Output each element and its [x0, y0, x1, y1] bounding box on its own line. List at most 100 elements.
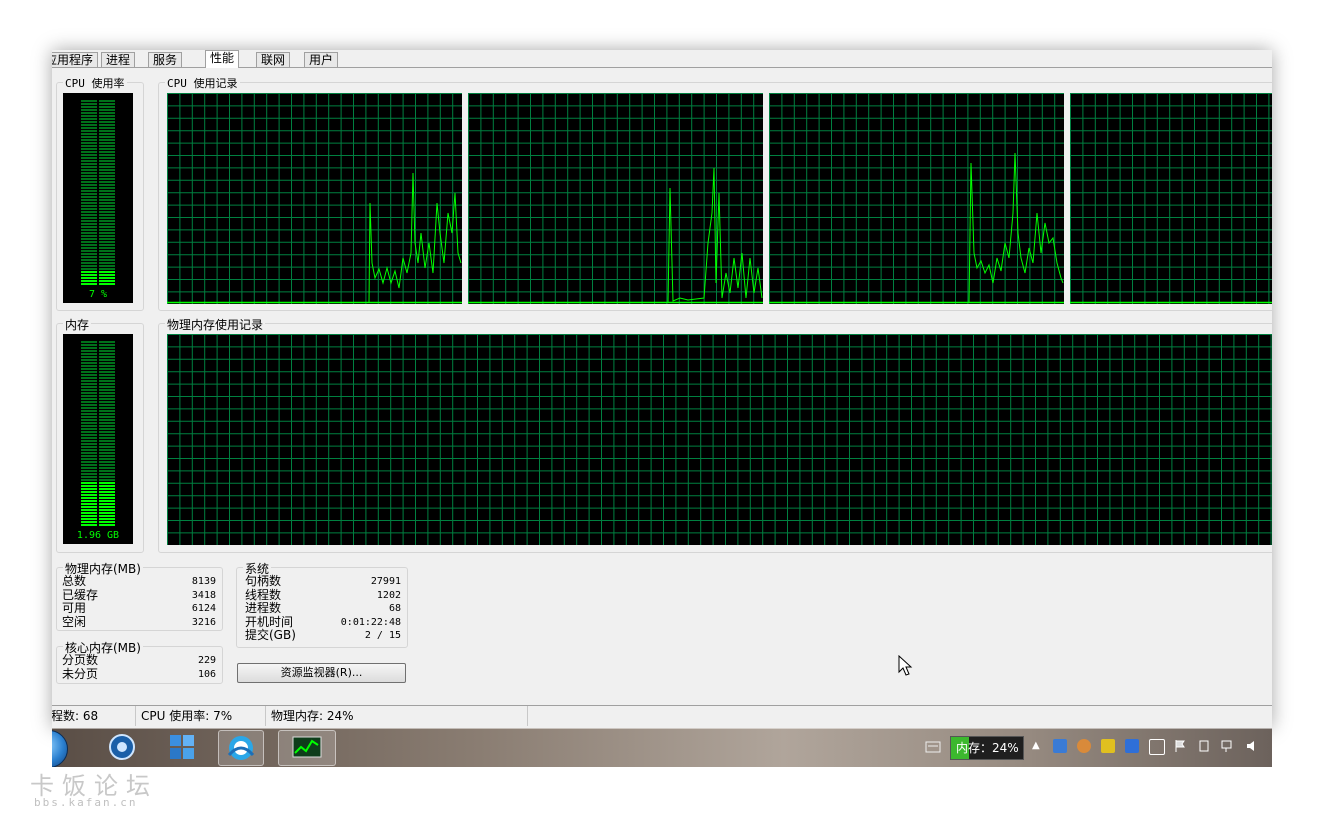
memory-meter: 1.96 GB	[63, 334, 133, 544]
cpu-core-trace-2	[468, 93, 763, 304]
tab-services[interactable]: 服务	[148, 52, 183, 67]
security-shield-icon[interactable]	[1101, 739, 1115, 753]
memory-indicator-text: 内存：24%	[956, 741, 1019, 755]
stat-row: 空闲 3216	[62, 614, 216, 630]
tab-users[interactable]: 用户	[304, 52, 339, 67]
taskbar-app-task-manager[interactable]	[278, 730, 336, 766]
stat-row: 提交(GB) 2 / 15	[245, 628, 401, 643]
status-processes: 进程数: 68	[52, 706, 136, 726]
tab-processes[interactable]: 进程	[101, 52, 136, 67]
tab-networking[interactable]: 联网	[256, 52, 291, 67]
watermark-url: bbs.kafan.cn	[34, 796, 138, 809]
stat-value: 1202	[376, 589, 401, 601]
stat-label: 句柄数	[245, 574, 282, 588]
cpu-trace-line	[968, 152, 1064, 304]
task-manager-icon	[292, 736, 322, 758]
stat-value: 27991	[370, 576, 401, 587]
cpu-usage-value: 7 %	[88, 289, 108, 300]
start-button[interactable]	[52, 730, 68, 767]
physical-memory-list: 总数 8139 已缓存 3418 可用 6124 空闲 3216	[62, 574, 216, 630]
memory-group: 内存 1.96 GB	[56, 316, 144, 553]
stat-row: 进程数 68	[245, 601, 401, 616]
stat-value: 0:01:22:48	[340, 616, 401, 628]
kernel-memory-group: 核心内存(MB) 分页数 229 未分页 106	[56, 639, 223, 684]
cpu-usage-title: CPU 使用率	[63, 75, 127, 91]
stat-label: 进程数	[245, 601, 282, 615]
system-list: 句柄数 27991 线程数 1202 进程数 68 开机时间 0:01:22:48 提交…	[245, 574, 401, 643]
stat-label: 已缓存	[62, 587, 99, 602]
stat-row: 总数 8139	[62, 574, 216, 589]
taskbar-app-windows[interactable]	[160, 730, 204, 764]
users-icon[interactable]	[1077, 739, 1091, 753]
kernel-memory-list: 分页数 229 未分页 106	[62, 653, 216, 682]
cpu-history-group: CPU 使用记录	[158, 75, 1272, 311]
stat-label: 可用	[62, 601, 87, 615]
cpu-history-title: CPU 使用记录	[165, 75, 240, 91]
memory-history-group: 物理内存使用记录	[158, 316, 1272, 553]
cpu-meter-bars	[81, 100, 115, 285]
resource-monitor-button[interactable]: 资源监视器(R)...	[237, 663, 406, 683]
stat-label: 开机时间	[245, 614, 294, 629]
stat-label: 空闲	[62, 614, 87, 629]
tab-bar: 应用程序 进程 服务 性能 联网 用户	[52, 50, 1272, 68]
tab-performance[interactable]: 性能	[205, 50, 240, 68]
memory-value: 1.96 GB	[76, 530, 120, 541]
stat-value: 68	[388, 603, 401, 614]
stat-label: 线程数	[245, 587, 282, 602]
physical-memory-group: 物理内存(MB) 总数 8139 已缓存 3418 可用 6124 空闲 3216	[56, 560, 223, 631]
stat-label: 提交(GB)	[245, 628, 296, 642]
stat-label: 分页数	[62, 653, 99, 667]
stat-row: 未分页 106	[62, 666, 216, 682]
network-shield-icon[interactable]	[1053, 739, 1067, 753]
stat-row: 开机时间 0:01:22:48	[245, 614, 401, 630]
cpu-core-trace-1	[167, 93, 462, 304]
taskbar: 内存：24% ▲	[52, 728, 1272, 767]
status-memory: 物理内存: 24%	[271, 706, 528, 726]
stat-label: 未分页	[62, 666, 99, 681]
status-bar: 进程数: 68 CPU 使用率: 7% 物理内存: 24%	[52, 705, 1272, 726]
stat-value: 6124	[191, 603, 216, 614]
system-group: 系统 句柄数 27991 线程数 1202 进程数 68 开机时间 0:01:22:48…	[236, 560, 408, 648]
memory-history-title: 物理内存使用记录	[165, 316, 266, 333]
stat-row: 已缓存 3418	[62, 587, 216, 603]
stat-value: 8139	[191, 576, 216, 587]
stat-row: 句柄数 27991	[245, 574, 401, 589]
tab-applications[interactable]: 应用程序	[52, 52, 99, 67]
volume-icon[interactable]	[1245, 739, 1259, 753]
browser-icon	[227, 736, 255, 760]
camera-icon	[109, 734, 135, 760]
cpu-core-graph-2	[468, 93, 763, 304]
memory-meter-bars	[81, 341, 115, 526]
cpu-core-graph-1	[167, 93, 462, 304]
taskbar-app-browser[interactable]	[218, 730, 264, 766]
cpu-core-trace-4	[1070, 93, 1272, 304]
keyboard-icon[interactable]	[925, 740, 941, 754]
memory-history-graph	[167, 334, 1272, 545]
cpu-core-trace-3	[769, 93, 1064, 304]
stat-value: 3216	[191, 616, 216, 628]
network-icon[interactable]	[1221, 739, 1235, 753]
stat-value: 106	[197, 668, 216, 680]
grid-icon[interactable]	[1149, 739, 1165, 755]
show-hidden-icons-arrow-icon[interactable]: ▲	[1032, 740, 1040, 751]
antivirus-icon[interactable]	[1125, 739, 1139, 753]
task-manager-window: 应用程序 进程 服务 性能 联网 用户 CPU 使用率 7 % CPU 使用记录…	[52, 50, 1272, 728]
cpu-usage-group: CPU 使用率 7 %	[56, 75, 144, 311]
cpu-trace-line	[667, 167, 763, 304]
usb-device-icon[interactable]	[1197, 739, 1211, 753]
stat-value: 2 / 15	[364, 630, 401, 641]
stat-row: 线程数 1202	[245, 587, 401, 603]
taskbar-app-camera[interactable]	[100, 730, 144, 764]
windows-grid-icon	[170, 735, 194, 759]
cpu-core-graph-3	[769, 93, 1064, 304]
stat-row: 分页数 229	[62, 653, 216, 668]
memory-title: 内存	[63, 316, 92, 333]
stat-row: 可用 6124	[62, 601, 216, 616]
flag-icon[interactable]	[1173, 739, 1187, 753]
stat-value: 229	[197, 655, 216, 666]
stat-label: 总数	[62, 574, 87, 588]
memory-history-grid	[167, 334, 1272, 545]
memory-indicator[interactable]: 内存：24%	[950, 736, 1024, 760]
stat-value: 3418	[191, 589, 216, 601]
cpu-usage-meter: 7 %	[63, 93, 133, 303]
